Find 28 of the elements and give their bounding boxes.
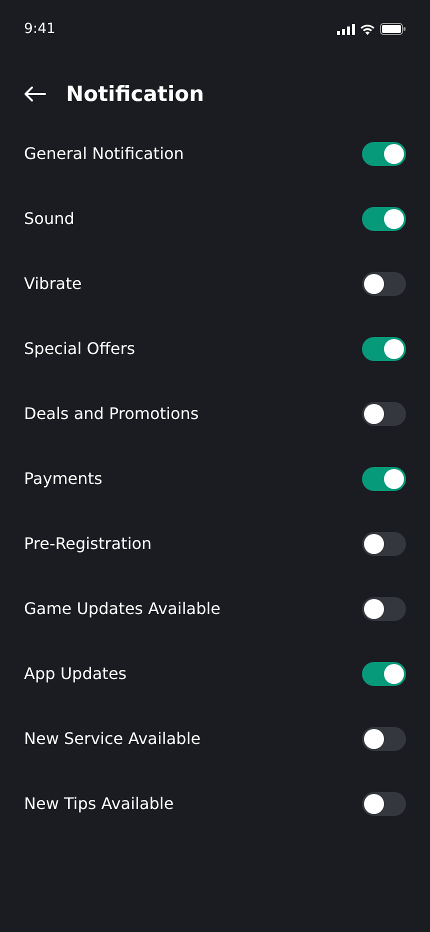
toggle-switch[interactable] (362, 532, 406, 556)
toggle-switch[interactable] (362, 206, 406, 230)
toggle-switch[interactable] (362, 726, 406, 750)
toggle-switch[interactable] (362, 402, 406, 426)
setting-label: Game Updates Available (24, 599, 221, 618)
setting-label: Pre-Registration (24, 534, 152, 553)
signal-icon (337, 24, 355, 34)
page-title: Notification (66, 82, 204, 106)
status-time: 9:41 (24, 21, 56, 37)
setting-label: Vibrate (24, 274, 82, 293)
setting-label: Payments (24, 469, 102, 488)
setting-label: General Notification (24, 144, 184, 163)
toggle-switch[interactable] (362, 596, 406, 620)
toggle-switch[interactable] (362, 336, 406, 360)
toggle-switch[interactable] (362, 466, 406, 490)
toggle-switch[interactable] (362, 792, 406, 816)
wifi-icon (360, 24, 375, 34)
setting-label: New Service Available (24, 729, 201, 748)
setting-label: Deals and Promotions (24, 404, 199, 423)
setting-label: New Tips Available (24, 794, 174, 813)
back-button[interactable] (24, 86, 46, 102)
toggle-switch[interactable] (362, 142, 406, 166)
setting-label: App Updates (24, 664, 127, 683)
setting-label: Special Offers (24, 339, 136, 358)
toggle-switch[interactable] (362, 662, 406, 686)
toggle-switch[interactable] (362, 272, 406, 296)
setting-label: Sound (24, 209, 74, 228)
battery-icon (380, 23, 406, 35)
